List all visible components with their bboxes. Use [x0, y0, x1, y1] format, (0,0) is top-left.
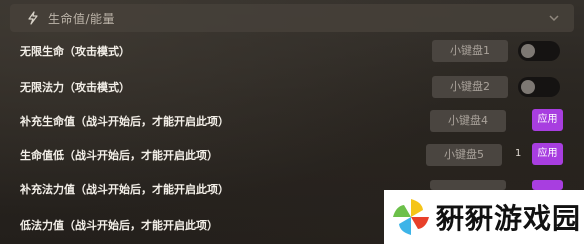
apply-button[interactable]: [532, 180, 563, 190]
row-label: 无限法力（攻击模式）: [20, 81, 130, 94]
hotkey-field[interactable]: 小键盘1: [432, 40, 508, 62]
hotkey-field[interactable]: [430, 180, 506, 190]
hotkey-field[interactable]: 小键盘2: [432, 76, 508, 98]
section-title: 生命值/能量: [48, 11, 116, 26]
row-low-health: 生命值低（战斗开始后，才能开启此项） 小键盘5 1 应用: [0, 140, 584, 170]
row-label: 生命值低（战斗开始后，才能开启此项）: [20, 149, 218, 162]
row-infinite-health: 无限生命（攻击模式） 小键盘1: [0, 36, 584, 66]
section-header[interactable]: 生命值/能量: [10, 4, 574, 32]
chevron-down-icon[interactable]: [548, 12, 560, 24]
lightning-bolt-icon: [28, 11, 38, 25]
apply-button[interactable]: 应用: [532, 109, 563, 131]
value-input[interactable]: 1: [515, 148, 521, 159]
row-restore-health: 补充生命值（战斗开始后，才能开启此项） 小键盘4 应用: [0, 106, 584, 136]
toggle-knob: [521, 44, 535, 58]
row-infinite-mana: 无限法力（攻击模式） 小键盘2: [0, 72, 584, 102]
row-label: 补充生命值（战斗开始后，才能开启此项）: [20, 115, 229, 128]
row-label: 低法力值（战斗开始后，才能开启此项）: [20, 219, 218, 232]
hotkey-field[interactable]: 小键盘4: [430, 110, 506, 132]
row-label: 补充法力值（战斗开始后，才能开启此项）: [20, 183, 229, 196]
hotkey-field[interactable]: 小键盘5: [426, 144, 502, 166]
watermark: 豣豣游戏园: [384, 190, 584, 244]
pinwheel-logo-icon: [393, 199, 429, 235]
apply-button[interactable]: 应用: [532, 143, 563, 165]
toggle-switch[interactable]: [518, 41, 560, 61]
row-label: 无限生命（攻击模式）: [20, 45, 130, 58]
toggle-knob: [521, 80, 535, 94]
toggle-switch[interactable]: [518, 77, 560, 97]
watermark-text: 豣豣游戏园: [436, 202, 582, 235]
